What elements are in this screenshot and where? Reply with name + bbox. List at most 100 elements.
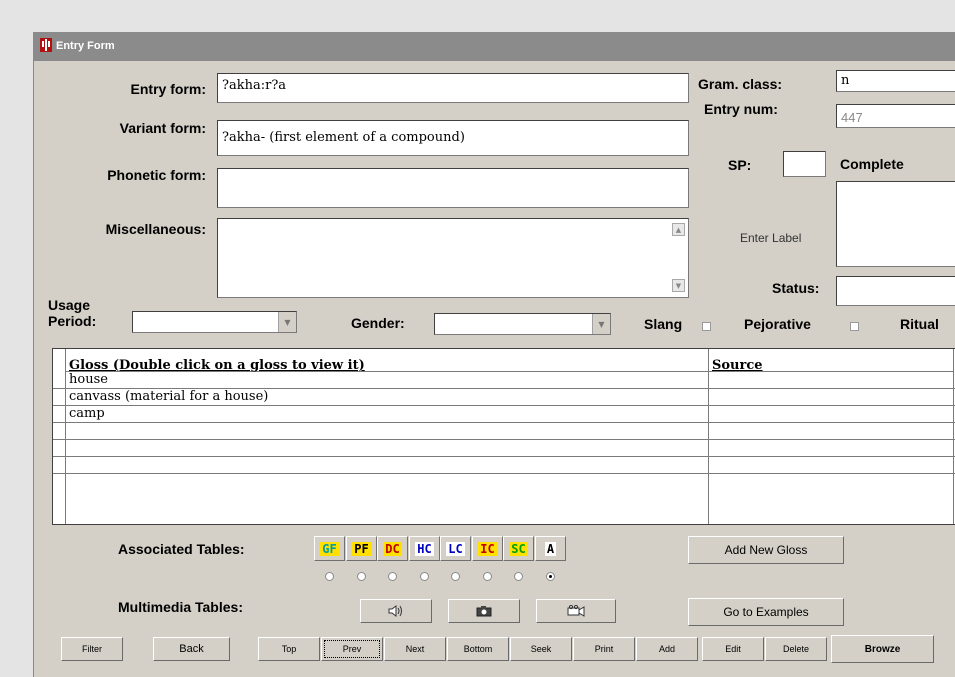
table-radio-pf[interactable] xyxy=(357,572,366,581)
table-row[interactable]: canvass (material for a house) xyxy=(53,389,955,406)
entry-form-field[interactable]: ?akha:r?a xyxy=(217,73,689,103)
audio-button[interactable] xyxy=(360,599,432,623)
table-button-ic[interactable]: IC xyxy=(472,536,503,561)
table-radio-gf[interactable] xyxy=(325,572,334,581)
gloss-cell[interactable]: camp xyxy=(65,406,708,422)
video-button[interactable] xyxy=(536,599,616,623)
chevron-down-icon[interactable]: ▼ xyxy=(278,312,296,332)
lc-table-icon: LC xyxy=(446,541,465,556)
complete-label: Complete xyxy=(840,156,904,172)
usage-label: Usage xyxy=(48,297,91,313)
add-button[interactable]: Add xyxy=(636,637,698,661)
source-cell[interactable] xyxy=(708,440,953,456)
usage-period-select[interactable] xyxy=(132,311,297,333)
window-title: Entry Form xyxy=(56,40,115,52)
table-radio-dc[interactable] xyxy=(388,572,397,581)
source-cell[interactable] xyxy=(708,423,953,439)
table-row[interactable] xyxy=(53,440,955,457)
table-button-a[interactable]: A xyxy=(535,536,566,561)
table-radio-sc[interactable] xyxy=(514,572,523,581)
table-row[interactable] xyxy=(53,423,955,440)
print-button[interactable]: Print xyxy=(573,637,635,661)
pejorative-checkbox[interactable] xyxy=(850,322,859,331)
slang-label: Slang xyxy=(644,316,683,332)
enter-label-text: Enter Label xyxy=(740,231,802,245)
photo-button[interactable] xyxy=(448,599,520,623)
gloss-cell[interactable]: house xyxy=(65,372,708,388)
status-label: Status: xyxy=(772,280,820,296)
table-button-hc[interactable]: HC xyxy=(409,536,440,561)
period-label: Period: xyxy=(48,313,97,329)
table-button-dc[interactable]: DC xyxy=(377,536,408,561)
source-cell[interactable] xyxy=(708,457,953,473)
slang-checkbox[interactable] xyxy=(702,322,711,331)
filter-button[interactable]: Filter xyxy=(61,637,123,661)
source-column-header[interactable]: Source xyxy=(708,349,953,373)
phonetic-form-label: Phonetic form: xyxy=(107,167,206,183)
gender-select[interactable] xyxy=(434,313,611,335)
app-logo-icon xyxy=(40,38,52,52)
delete-button[interactable]: Delete xyxy=(765,637,827,661)
back-button[interactable]: Back xyxy=(153,637,230,661)
table-row[interactable]: camp xyxy=(53,406,955,423)
chevron-down-icon[interactable]: ▼ xyxy=(592,314,610,334)
gram-class-label: Gram. class: xyxy=(698,76,783,92)
camera-icon xyxy=(476,606,492,617)
multimedia-tables-label: Multimedia Tables: xyxy=(118,599,243,615)
pf-table-icon: PF xyxy=(352,541,371,556)
table-button-gf[interactable]: GF xyxy=(314,536,345,561)
table-button-lc[interactable]: LC xyxy=(440,536,471,561)
table-button-sc[interactable]: SC xyxy=(503,536,534,561)
gloss-grid[interactable]: Gloss (Double click on a gloss to view i… xyxy=(52,348,955,525)
phonetic-form-field[interactable] xyxy=(217,168,689,208)
table-row[interactable] xyxy=(53,457,955,474)
prev-button[interactable]: Prev xyxy=(321,637,383,661)
gloss-cell[interactable] xyxy=(65,457,708,473)
associated-tables-label: Associated Tables: xyxy=(118,541,245,557)
entry-form-window: Entry Form Entry form: Variant form: Pho… xyxy=(33,32,955,677)
status-field[interactable] xyxy=(836,276,955,306)
table-button-pf[interactable]: PF xyxy=(346,536,377,561)
gloss-column-header[interactable]: Gloss (Double click on a gloss to view i… xyxy=(65,349,708,373)
miscellaneous-textarea[interactable] xyxy=(217,218,689,298)
scroll-up-arrow-icon[interactable]: ▲ xyxy=(672,223,685,236)
scroll-down-arrow-icon[interactable]: ▼ xyxy=(672,279,685,292)
complete-box[interactable] xyxy=(836,181,955,267)
go-to-examples-button[interactable]: Go to Examples xyxy=(688,598,844,626)
source-cell[interactable] xyxy=(708,389,953,405)
gf-table-icon: GF xyxy=(320,541,339,556)
browse-button[interactable]: Browze xyxy=(831,635,934,663)
gloss-cell[interactable] xyxy=(65,423,708,439)
miscellaneous-label: Miscellaneous: xyxy=(105,221,206,237)
ritual-label: Ritual xyxy=(900,316,939,332)
title-bar: Entry Form xyxy=(34,33,955,61)
table-radio-lc[interactable] xyxy=(451,572,460,581)
ic-table-icon: IC xyxy=(478,541,497,556)
gram-class-field[interactable]: n xyxy=(836,70,955,92)
speaker-icon xyxy=(388,605,402,617)
entry-num-field[interactable]: 447 xyxy=(836,104,955,128)
a-table-icon: A xyxy=(544,541,557,556)
gloss-cell[interactable] xyxy=(65,440,708,456)
edit-button[interactable]: Edit xyxy=(702,637,764,661)
add-new-gloss-button[interactable]: Add New Gloss xyxy=(688,536,844,564)
dc-table-icon: DC xyxy=(383,541,402,556)
source-cell[interactable] xyxy=(708,406,953,422)
table-row[interactable]: house xyxy=(53,372,955,389)
table-radio-hc[interactable] xyxy=(420,572,429,581)
pejorative-label: Pejorative xyxy=(744,316,811,332)
sp-field[interactable] xyxy=(783,151,826,177)
source-cell[interactable] xyxy=(708,372,953,388)
table-radio-ic[interactable] xyxy=(483,572,492,581)
sc-table-icon: SC xyxy=(509,541,528,556)
seek-button[interactable]: Seek xyxy=(510,637,572,661)
gender-label: Gender: xyxy=(351,315,405,331)
variant-form-field[interactable]: ?akha- (first element of a compound) xyxy=(217,120,689,156)
next-button[interactable]: Next xyxy=(384,637,446,661)
sp-label: SP: xyxy=(728,157,752,173)
video-camera-icon xyxy=(567,605,585,617)
table-radio-a[interactable] xyxy=(546,572,555,581)
gloss-cell[interactable]: canvass (material for a house) xyxy=(65,389,708,405)
bottom-button[interactable]: Bottom xyxy=(447,637,509,661)
top-button[interactable]: Top xyxy=(258,637,320,661)
